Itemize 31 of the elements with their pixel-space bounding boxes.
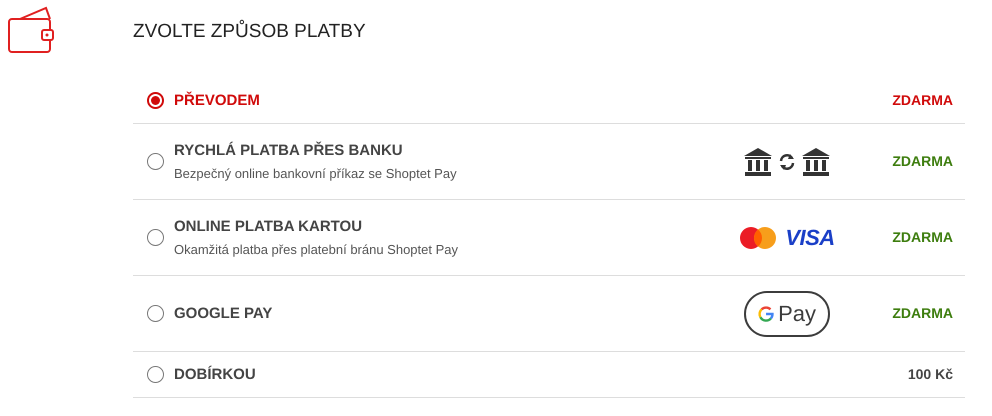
option-price: ZDARMA [891,91,953,110]
option-price: ZDARMA [891,228,953,247]
option-name: PŘEVODEM [174,92,261,110]
payment-option[interactable]: GOOGLE PAY Pay ZDARMA [133,276,965,352]
refresh-icon [777,152,797,172]
option-description: Bezpečný online bankovní příkaz se Shoptet Pay [174,166,458,182]
payment-option[interactable]: RYCHLÁ PLATBA PŘES BANKU Bezpečný online bankovní příkaz se Shoptet Pay ZDARMA [133,124,965,200]
option-price: 100 Kč [906,365,953,384]
radio-button[interactable] [147,153,164,170]
payment-option[interactable]: ONLINE PLATBA KARTOU Okamžitá platba přes platební bránu Shoptet Pay VISA ZDARMA [133,200,965,276]
option-description: Okamžitá platba přes platební bránu Shoptet Pay [174,242,460,258]
radio-button[interactable] [147,305,164,322]
option-price: ZDARMA [891,304,953,323]
mastercard-logo [739,226,778,250]
payment-option[interactable]: PŘEVODEM ZDARMA [133,78,965,124]
option-name: RYCHLÁ PLATBA PŘES BANKU [174,142,404,160]
payment-option[interactable]: DOBÍRKOU 100 Kč [133,352,965,398]
google-g-icon [758,304,774,324]
radio-button[interactable] [147,92,164,109]
option-name: DOBÍRKOU [174,366,257,384]
wallet-icon [8,6,54,54]
visa-logo: VISA [785,226,835,248]
radio-button[interactable] [147,366,164,383]
radio-button[interactable] [147,229,164,246]
bank-icon [801,146,831,176]
pay-text: Pay [778,302,816,324]
option-name: GOOGLE PAY [174,304,274,322]
section-title: ZVOLTE ZPŮSOB PLATBY [133,20,367,44]
option-name: ONLINE PLATBA KARTOU [174,218,364,236]
bank-icon [743,146,773,176]
option-price: ZDARMA [891,152,953,171]
